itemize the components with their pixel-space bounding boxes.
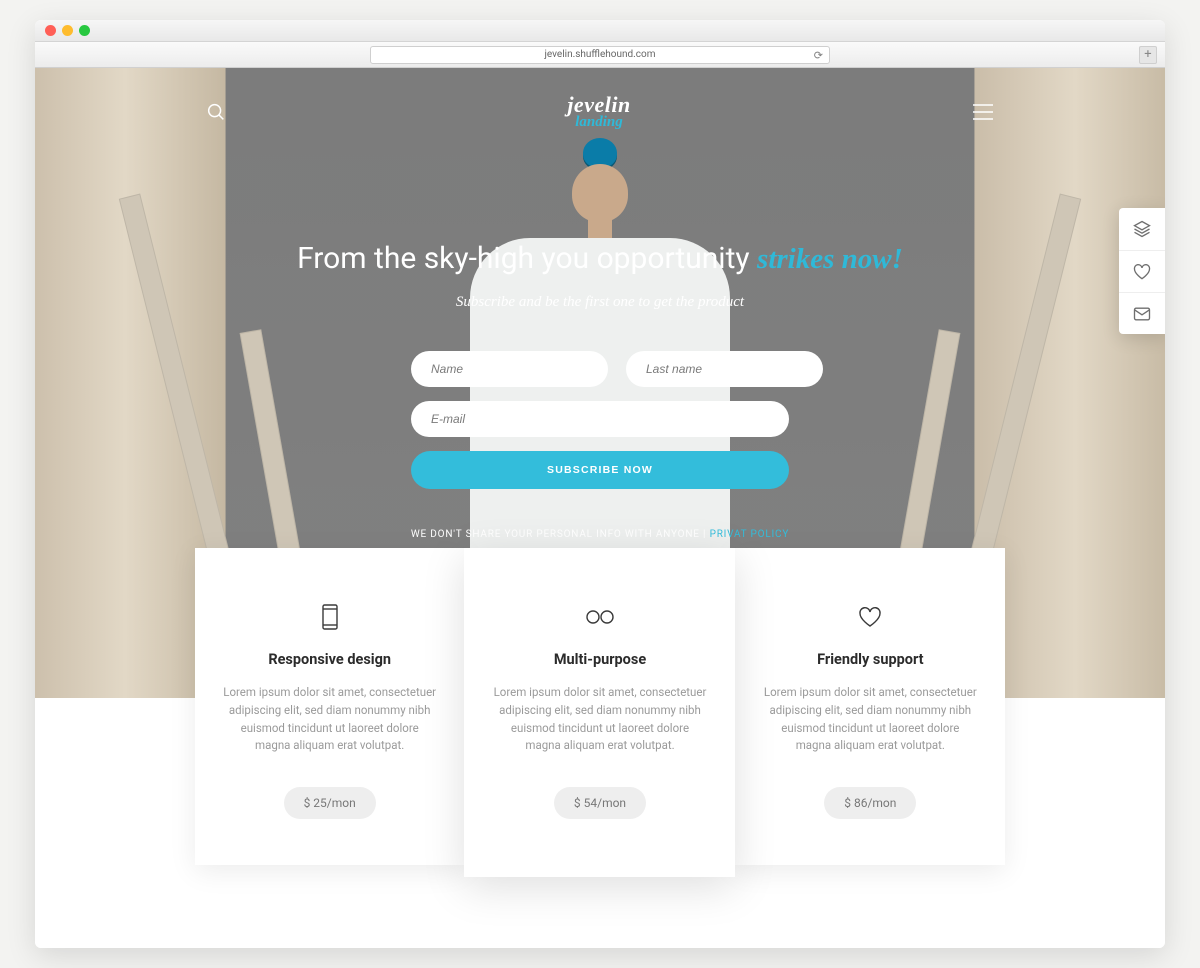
- feature-body: Lorem ipsum dolor sit amet, consectetuer…: [223, 684, 436, 755]
- browser-url-field[interactable]: jevelin.shufflehound.com ⟳: [370, 46, 830, 64]
- site-logo[interactable]: jevelin landing: [567, 92, 630, 131]
- window-controls: [45, 25, 90, 36]
- site-header: jevelin landing: [35, 68, 1165, 131]
- feature-title: Multi-purpose: [493, 651, 706, 668]
- maximize-window-button[interactable]: [79, 25, 90, 36]
- price-button[interactable]: $ 25/mon: [284, 787, 376, 819]
- feature-cards: Responsive design Lorem ipsum dolor sit …: [195, 548, 1005, 865]
- headline-emphasis: strikes now!: [757, 243, 903, 275]
- privacy-disclaimer: WE DON'T SHARE YOUR PERSONAL INFO WITH A…: [35, 529, 1165, 540]
- subscribe-form: SUBSCRIBE NOW: [411, 351, 789, 489]
- price-button[interactable]: $ 86/mon: [824, 787, 916, 819]
- side-widget: [1119, 208, 1165, 334]
- logo-line2: landing: [567, 114, 630, 131]
- device-icon: [223, 603, 436, 631]
- first-name-field[interactable]: [411, 351, 608, 387]
- feature-card-responsive: Responsive design Lorem ipsum dolor sit …: [195, 548, 464, 865]
- browser-toolbar: jevelin.shufflehound.com ⟳ +: [35, 42, 1165, 68]
- feature-card-support: Friendly support Lorem ipsum dolor sit a…: [735, 548, 1005, 865]
- reload-icon[interactable]: ⟳: [814, 49, 823, 62]
- feature-card-multipurpose: Multi-purpose Lorem ipsum dolor sit amet…: [464, 548, 734, 877]
- disclaimer-text: WE DON'T SHARE YOUR PERSONAL INFO WITH A…: [411, 529, 700, 540]
- feature-title: Friendly support: [764, 651, 977, 668]
- hero-headline: From the sky-high you opportunity strike…: [35, 241, 1165, 276]
- browser-window: jevelin.shufflehound.com ⟳ +: [35, 20, 1165, 948]
- hero-subheadline: Subscribe and be the first one to get th…: [35, 294, 1165, 311]
- browser-titlebar: [35, 20, 1165, 42]
- feature-body: Lorem ipsum dolor sit amet, consectetuer…: [764, 684, 977, 755]
- privacy-policy-link[interactable]: PRIVAT POLICY: [710, 529, 790, 540]
- close-window-button[interactable]: [45, 25, 56, 36]
- side-mail-icon[interactable]: [1119, 292, 1165, 334]
- last-name-field[interactable]: [626, 351, 823, 387]
- subscribe-button[interactable]: SUBSCRIBE NOW: [411, 451, 789, 489]
- feature-title: Responsive design: [223, 651, 436, 668]
- minimize-window-button[interactable]: [62, 25, 73, 36]
- page-viewport: jevelin landing From the sky-high you op…: [35, 68, 1165, 948]
- side-heart-icon[interactable]: [1119, 250, 1165, 292]
- browser-url-text: jevelin.shufflehound.com: [545, 49, 656, 60]
- price-button[interactable]: $ 54/mon: [554, 787, 646, 819]
- headline-plain: From the sky-high you opportunity: [297, 241, 757, 276]
- side-layers-icon[interactable]: [1119, 208, 1165, 250]
- heart-icon: [764, 603, 977, 631]
- feature-body: Lorem ipsum dolor sit amet, consectetuer…: [493, 684, 706, 755]
- email-field[interactable]: [411, 401, 789, 437]
- search-icon[interactable]: [205, 101, 227, 123]
- infinity-icon: [493, 603, 706, 631]
- new-tab-button[interactable]: +: [1139, 46, 1157, 64]
- menu-icon[interactable]: [971, 102, 995, 122]
